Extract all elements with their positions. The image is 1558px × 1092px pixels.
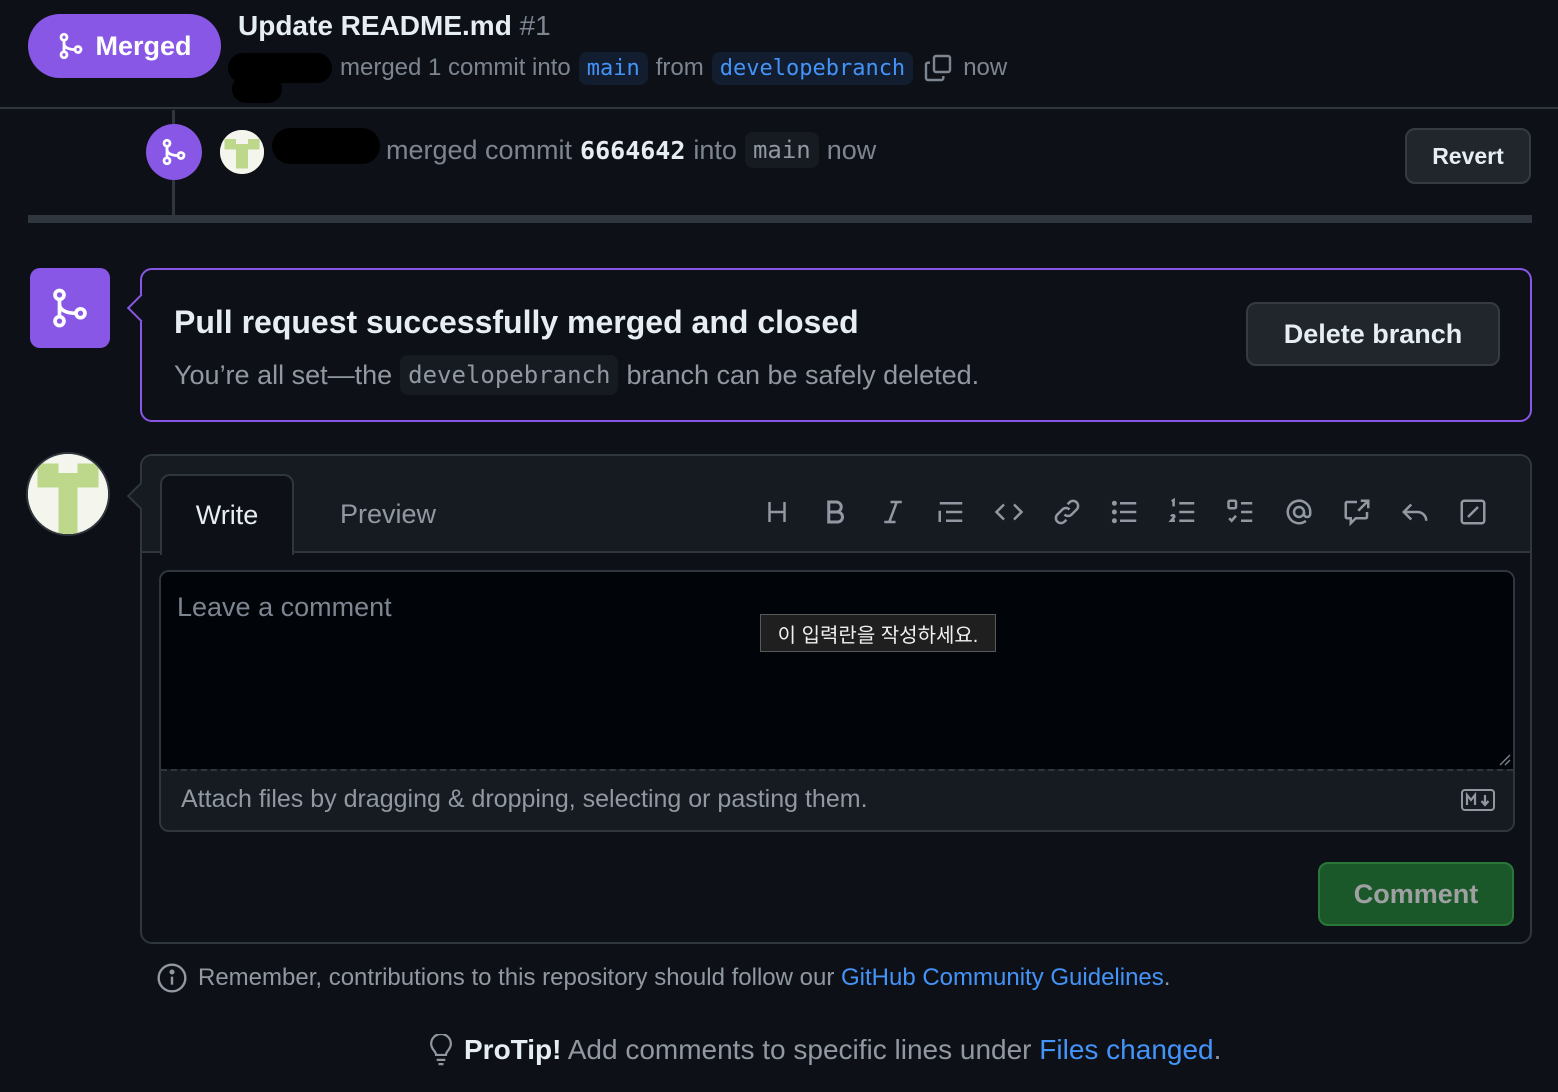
bold-button[interactable] <box>806 492 864 532</box>
merge-status-icon-box <box>30 268 110 348</box>
merge-status-desc-before: You’re all set—the <box>174 359 393 390</box>
merge-event-time: now <box>826 134 877 165</box>
heading-button[interactable] <box>748 492 806 532</box>
community-guidelines-link[interactable]: GitHub Community Guidelines <box>841 964 1164 991</box>
file-attachment-bar[interactable]: Attach files by dragging & dropping, sel… <box>161 769 1513 830</box>
avatar[interactable] <box>220 130 264 174</box>
link-button[interactable] <box>1038 492 1096 532</box>
bold-icon <box>827 500 844 524</box>
validation-tooltip: 이 입력란을 작성하세요. <box>760 614 996 652</box>
protip-text: Add comments to specific lines under <box>567 1034 1032 1065</box>
copy-branch-button[interactable] <box>921 50 955 86</box>
quote-icon <box>938 502 963 522</box>
markdown-toolbar <box>748 492 1502 532</box>
mention-icon <box>1286 499 1312 525</box>
ordered-list-icon <box>1168 497 1195 522</box>
heading-icon <box>768 502 786 522</box>
merge-event-text: merged commit 6664642 into main now <box>386 130 876 170</box>
quote-button[interactable] <box>922 492 980 532</box>
code-icon <box>994 503 1024 521</box>
ordered-list-button[interactable] <box>1154 492 1212 532</box>
base-branch-link[interactable]: main <box>578 51 648 85</box>
unordered-list-button[interactable] <box>1096 492 1154 532</box>
merged-status-label: Merged <box>95 30 192 61</box>
git-merge-icon <box>60 32 83 60</box>
merged-status-badge: Merged <box>28 14 221 78</box>
merge-event-label: merged commit <box>386 134 573 165</box>
delete-branch-button[interactable]: Delete branch <box>1246 302 1500 366</box>
git-merge-icon <box>162 138 186 166</box>
info-icon <box>157 963 187 993</box>
comment-input[interactable] <box>161 572 1513 769</box>
redacted-username <box>228 53 332 103</box>
files-changed-link[interactable]: Files changed <box>1039 1034 1213 1065</box>
protip-end: . <box>1213 1034 1222 1065</box>
pr-time: now <box>963 54 1008 81</box>
timeline-divider <box>28 215 1532 223</box>
page-title: Update README.md #1 <box>238 10 551 42</box>
merge-status-box: Pull request successfully merged and clo… <box>140 268 1532 422</box>
markdown-icon[interactable] <box>1461 789 1495 811</box>
slash-command-icon <box>1460 499 1486 525</box>
identicon-avatar <box>220 130 264 174</box>
cross-reference-icon <box>1344 499 1370 527</box>
mention-button[interactable] <box>1270 492 1328 532</box>
pr-meta: merged 1 commit into main from developeb… <box>228 48 1008 103</box>
pr-meta-text: merged 1 commit into <box>340 54 571 81</box>
pr-header: Merged Update README.md #1 merged 1 comm… <box>0 0 1558 109</box>
link-icon <box>1054 499 1080 525</box>
head-branch-link[interactable]: developebranch <box>711 51 914 85</box>
comment-submit-button[interactable]: Comment <box>1318 862 1514 926</box>
tab-write[interactable]: Write <box>160 474 294 555</box>
merged-branch-name: developebranch <box>400 355 619 395</box>
reply-icon <box>1401 503 1428 521</box>
community-guidelines-note: Remember, contributions to this reposito… <box>156 960 1170 996</box>
merge-status-title: Pull request successfully merged and clo… <box>174 304 859 340</box>
protip-label: ProTip! <box>464 1034 562 1065</box>
code-button[interactable] <box>980 492 1038 532</box>
light-bulb-icon <box>430 1034 452 1066</box>
comment-editor: Attach files by dragging & dropping, sel… <box>159 570 1515 832</box>
merge-status-desc-after: branch can be safely deleted. <box>626 359 980 390</box>
identicon-avatar <box>28 454 108 534</box>
revert-button[interactable]: Revert <box>1405 128 1531 184</box>
avatar[interactable] <box>26 452 110 536</box>
redacted-username <box>272 128 380 164</box>
unordered-list-icon <box>1111 500 1137 524</box>
git-merge-icon <box>53 288 87 328</box>
pr-number: #1 <box>519 10 551 41</box>
merge-status-description: You’re all set—the developebranch branch… <box>174 354 979 396</box>
guidelines-end: . <box>1163 964 1171 991</box>
tab-preview[interactable]: Preview <box>314 474 462 555</box>
pr-from-text: from <box>655 54 704 81</box>
task-list-button[interactable] <box>1212 492 1270 532</box>
italic-button[interactable] <box>864 492 922 532</box>
target-branch-link[interactable]: main <box>744 132 819 168</box>
resize-handle-icon[interactable] <box>1497 752 1511 766</box>
guidelines-text: Remember, contributions to this reposito… <box>198 964 835 991</box>
slash-command-button[interactable] <box>1444 492 1502 532</box>
italic-icon <box>884 500 902 524</box>
reply-button[interactable] <box>1386 492 1444 532</box>
protip-note: ProTip! Add comments to specific lines u… <box>426 1030 1221 1070</box>
attach-files-text: Attach files by dragging & dropping, sel… <box>181 785 868 813</box>
commit-sha-link[interactable]: 6664642 <box>580 136 685 165</box>
copy-icon <box>924 54 952 82</box>
cross-reference-button[interactable] <box>1328 492 1386 532</box>
merge-event-badge <box>146 124 202 180</box>
task-list-icon <box>1227 499 1253 523</box>
comment-form: Write Preview Leave a comment Attach fil… <box>140 454 1532 944</box>
merge-into-text: into <box>693 134 737 165</box>
comment-tab-bar: Write Preview <box>142 456 1530 555</box>
pr-title-text: Update README.md <box>238 10 512 41</box>
